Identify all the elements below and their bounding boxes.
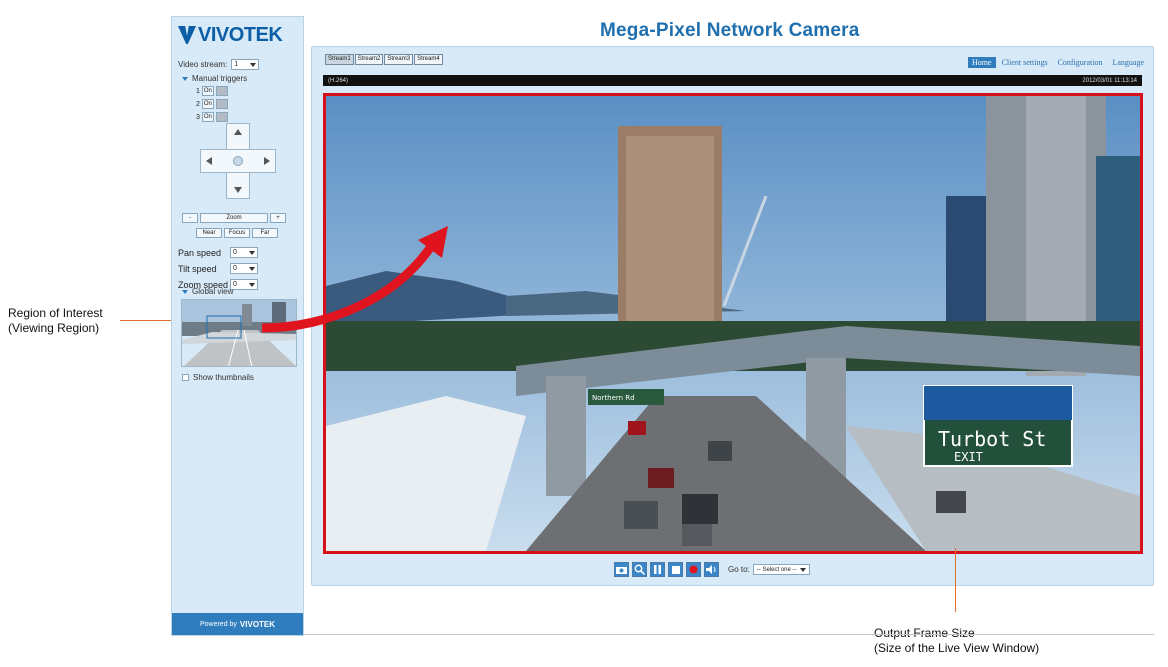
trigger-number: 3 bbox=[196, 113, 200, 121]
video-stream-row: Video stream: 1 bbox=[178, 59, 260, 70]
home-position-icon[interactable] bbox=[233, 156, 243, 166]
vivotek-logo: VIVOTEK bbox=[178, 23, 283, 47]
video-stream-value: 1 bbox=[234, 61, 239, 68]
roi-annotation-line1: Region of Interest bbox=[8, 306, 103, 320]
video-stream-label: Video stream: bbox=[178, 60, 228, 69]
chevron-down-icon bbox=[249, 282, 255, 287]
manual-trigger-header[interactable]: Manual triggers bbox=[182, 74, 247, 83]
chevron-down-icon bbox=[800, 567, 807, 572]
tilt-speed-label: Tilt speed bbox=[178, 263, 217, 274]
trigger-off-button[interactable] bbox=[215, 86, 228, 96]
show-thumbnails-row[interactable]: Show thumbnails bbox=[182, 373, 254, 382]
trigger-on-button[interactable]: On bbox=[201, 99, 214, 109]
output-frame-annotation: Output Frame Size (Size of the Live View… bbox=[874, 626, 1039, 656]
record-icon[interactable] bbox=[686, 562, 701, 577]
stream-codec-label: (H.264) bbox=[328, 77, 349, 84]
global-view-header[interactable]: Global view bbox=[182, 287, 233, 296]
trigger-number: 1 bbox=[196, 87, 200, 95]
pan-down-icon[interactable] bbox=[234, 187, 242, 193]
goto-select[interactable]: -- Select one -- bbox=[752, 564, 811, 575]
stream-tab-4[interactable]: Stream4 bbox=[414, 54, 443, 65]
powered-by-label: Powered by bbox=[199, 620, 237, 628]
roi-annotation-line2: (Viewing Region) bbox=[8, 321, 100, 335]
nav-home[interactable]: Home bbox=[968, 57, 996, 68]
focus-near-button[interactable]: Near bbox=[196, 228, 222, 238]
chevron-down-icon bbox=[249, 250, 255, 255]
zoom-out-button[interactable]: - bbox=[182, 213, 198, 223]
stop-icon[interactable] bbox=[668, 562, 683, 577]
nav-configuration[interactable]: Configuration bbox=[1054, 57, 1107, 68]
roi-annotation: Region of Interest (Viewing Region) bbox=[8, 306, 103, 336]
stream-tabs: Stream1 Stream2 Stream3 Stream4 bbox=[325, 54, 444, 65]
roi-arrow bbox=[261, 226, 448, 333]
pan-speed-row: Pan speed 0 bbox=[178, 247, 258, 258]
nav-language[interactable]: Language bbox=[1108, 57, 1148, 68]
pan-speed-select[interactable]: 0 bbox=[230, 247, 258, 258]
page-root: { "app": { "brand": "VIVOTEK", "title": … bbox=[0, 0, 1168, 667]
pan-up-icon[interactable] bbox=[234, 129, 242, 135]
show-thumbnails-label: Show thumbnails bbox=[193, 373, 254, 382]
collapse-arrow-icon bbox=[182, 289, 188, 294]
pan-left-icon[interactable] bbox=[206, 157, 212, 165]
trigger-on-button[interactable]: On bbox=[201, 86, 214, 96]
goto-label: Go to: bbox=[728, 565, 750, 574]
trigger-off-button[interactable] bbox=[215, 112, 228, 122]
output-leader-line bbox=[955, 548, 956, 612]
snapshot-icon[interactable] bbox=[614, 562, 629, 577]
trigger-off-button[interactable] bbox=[215, 99, 228, 109]
sign-text-2: EXIT bbox=[954, 450, 983, 464]
pan-speed-label: Pan speed bbox=[178, 247, 222, 258]
trigger-on-button[interactable]: On bbox=[201, 112, 214, 122]
small-sign-text: Northern Rd bbox=[592, 394, 635, 402]
top-nav: Home Client settings Configuration Langu… bbox=[968, 57, 1148, 68]
pause-icon[interactable] bbox=[650, 562, 665, 577]
footer-brand: VIVOTEK bbox=[239, 619, 276, 629]
pan-speed-value: 0 bbox=[233, 249, 237, 256]
stream-tab-3[interactable]: Stream3 bbox=[384, 54, 414, 65]
nav-client-settings[interactable]: Client settings bbox=[998, 57, 1052, 68]
checkbox-icon[interactable] bbox=[182, 374, 189, 381]
goto-value: -- Select one -- bbox=[756, 566, 797, 573]
page-title: Mega-Pixel Network Camera bbox=[600, 20, 860, 41]
zoom-speed-select[interactable]: 0 bbox=[230, 279, 258, 290]
manual-trigger-label: Manual triggers bbox=[192, 74, 248, 83]
player-controls: Go to: -- Select one -- bbox=[614, 562, 811, 577]
video-stream-select[interactable]: 1 bbox=[231, 59, 260, 70]
collapse-arrow-icon bbox=[182, 76, 188, 81]
focus-button[interactable]: Focus bbox=[224, 228, 250, 238]
video-title-bar: (H.264) 2012/03/01 11:13:14 bbox=[323, 75, 1142, 86]
page-divider bbox=[304, 634, 1154, 635]
output-annotation-line2: (Size of the Live View Window) bbox=[874, 641, 1040, 655]
volume-icon[interactable] bbox=[704, 562, 719, 577]
video-timestamp: 2012/03/01 11:13:14 bbox=[1082, 77, 1137, 84]
trigger-row-1: 1 On bbox=[196, 86, 228, 96]
tilt-speed-select[interactable]: 0 bbox=[230, 263, 258, 274]
chevron-down-icon bbox=[249, 266, 255, 271]
logo-mark-icon bbox=[178, 26, 196, 44]
sign-text-1: Turbot St bbox=[938, 427, 1046, 451]
trigger-row-2: 2 On bbox=[196, 99, 228, 109]
brand-name: VIVOTEK bbox=[198, 23, 283, 46]
trigger-row-3: 3 On bbox=[196, 112, 228, 122]
ptz-control-pad bbox=[200, 123, 276, 199]
chevron-down-icon bbox=[250, 62, 257, 67]
global-view-label: Global view bbox=[192, 287, 234, 296]
stream-tab-1[interactable]: Stream1 bbox=[325, 54, 354, 65]
pan-right-icon[interactable] bbox=[264, 157, 270, 165]
trigger-number: 2 bbox=[196, 100, 200, 108]
digital-zoom-icon[interactable] bbox=[632, 562, 647, 577]
zoom-speed-value: 0 bbox=[233, 281, 237, 288]
stream-tab-2[interactable]: Stream2 bbox=[354, 54, 384, 65]
sidebar-footer: Powered by VIVOTEK bbox=[172, 613, 303, 635]
tilt-speed-row: Tilt speed 0 bbox=[178, 263, 258, 274]
tilt-speed-value: 0 bbox=[233, 265, 237, 272]
